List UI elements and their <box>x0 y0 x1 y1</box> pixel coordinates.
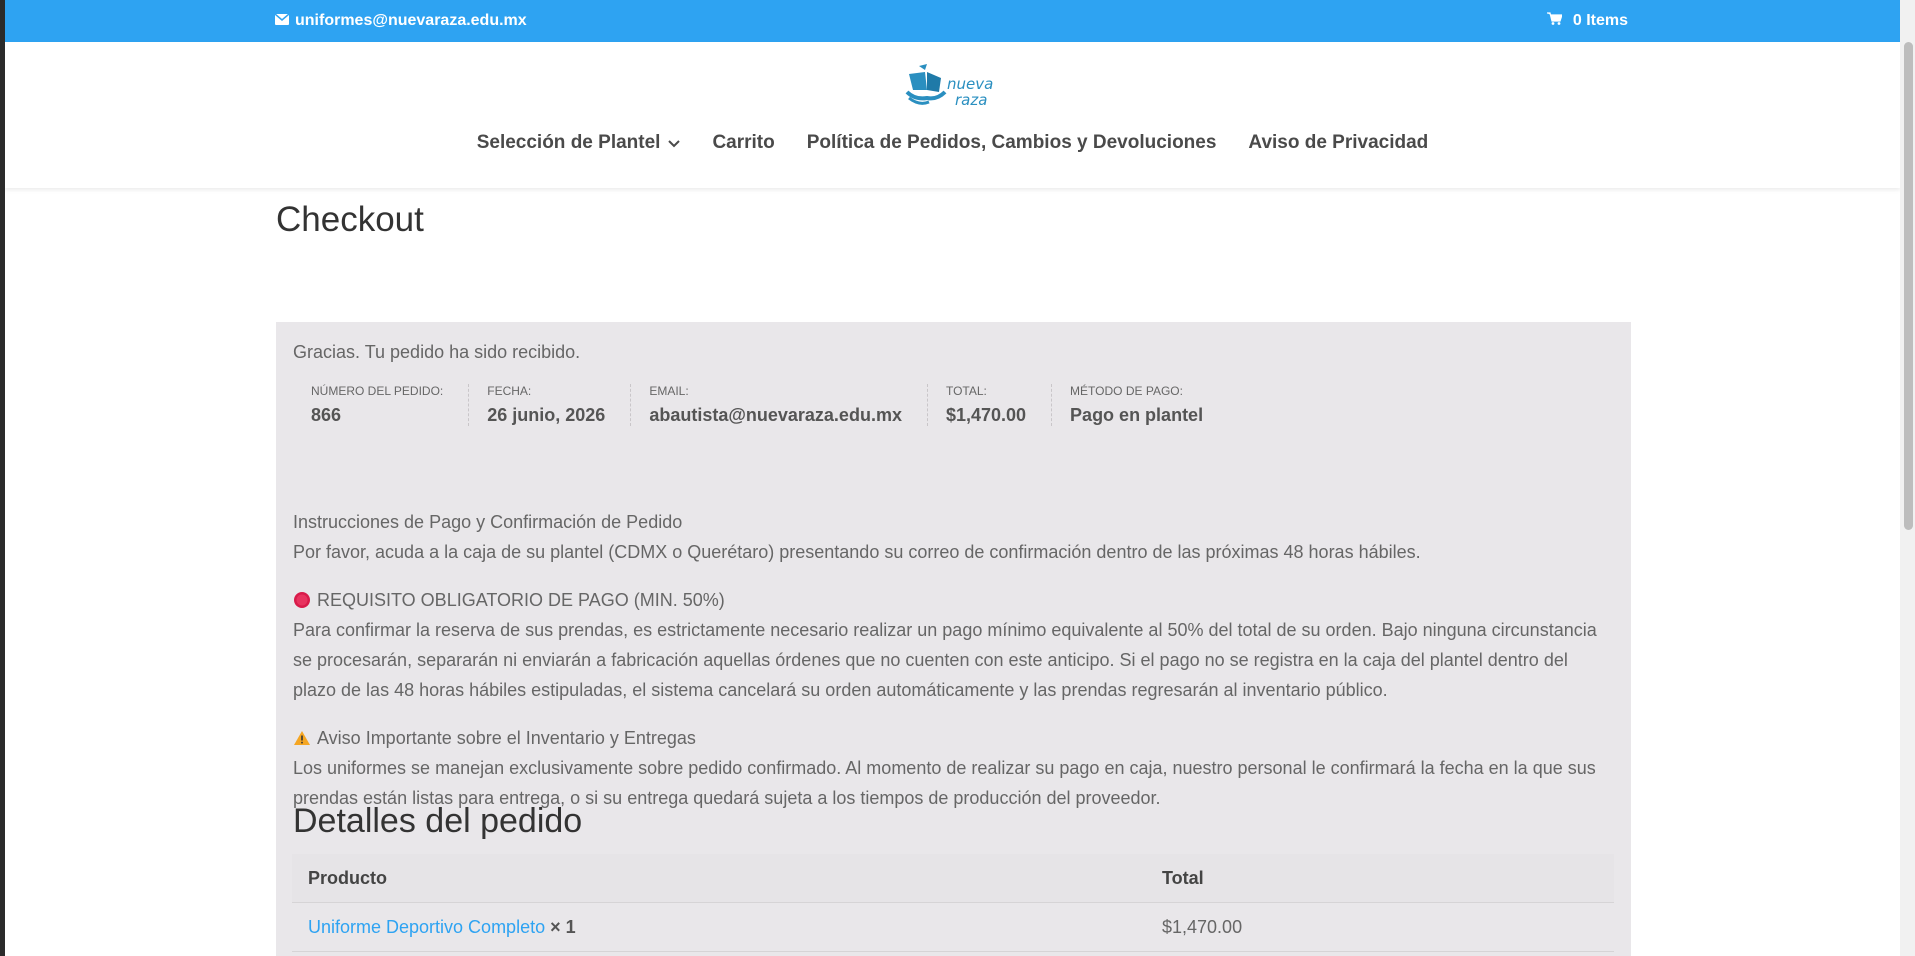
product-total: $1,470.00 <box>1162 916 1243 937</box>
order-total: Total: $1,470.00 <box>928 384 1053 426</box>
vertical-scrollbar[interactable] <box>1900 0 1915 956</box>
chevron-down-icon <box>668 132 681 154</box>
order-thanks-message: Gracias. Tu pedido ha sido recibido. <box>293 342 581 362</box>
requirement-text: Para confirmar la reserva de sus prendas… <box>293 620 1597 700</box>
order-total-value: $1,470.00 <box>945 405 1027 425</box>
nav-item-label: Política de Pedidos, Cambios y Devolucio… <box>806 132 1217 153</box>
cart-icon <box>1546 12 1573 30</box>
cart-link[interactable]: 0 Items <box>1546 12 1628 30</box>
site-logo[interactable]: nueva raza <box>905 60 1009 112</box>
notice-heading-row: Aviso Importante sobre el Inventario y E… <box>293 723 1613 753</box>
order-received-box: Gracias. Tu pedido ha sido recibido. Núm… <box>276 322 1631 956</box>
order-email: Email: abautista@nuevaraza.edu.mx <box>631 384 928 426</box>
warning-icon <box>293 730 311 746</box>
payment-instructions: Instrucciones de Pago y Confirmación de … <box>293 507 1613 831</box>
order-number: Número del pedido: 866 <box>293 384 470 426</box>
site-header: nueva raza Selección de Plantel Carrito … <box>5 42 1900 188</box>
order-payment-method: Método de pago: Pago en plantel <box>1052 384 1228 426</box>
nav-item-label: Aviso de Privacidad <box>1248 132 1429 153</box>
envelope-icon <box>274 12 295 30</box>
svg-text:raza: raza <box>955 91 987 109</box>
nav-item-aviso-privacidad[interactable]: Aviso de Privacidad <box>1248 132 1428 154</box>
scrollbar-thumb[interactable] <box>1904 42 1913 530</box>
order-number-label: Número del pedido: <box>311 384 444 398</box>
main-nav: Selección de Plantel Carrito Política de… <box>5 132 1900 154</box>
payment-method-value: Pago en plantel <box>1070 405 1204 425</box>
red-circle-icon <box>293 591 311 609</box>
order-total-label: Total: <box>945 384 987 398</box>
nav-item-carrito[interactable]: Carrito <box>712 132 774 154</box>
column-header-total: Total <box>1162 867 1204 888</box>
table-row: Uniforme Deportivo Completo × 1 $1,470.0… <box>292 903 1614 952</box>
order-date-value: 26 junio, 2026 <box>487 405 606 425</box>
nav-item-seleccion-plantel[interactable]: Selección de Plantel <box>477 132 681 154</box>
order-overview: Número del pedido: 866 Fecha: 26 junio, … <box>293 384 1228 426</box>
product-link[interactable]: Uniforme Deportivo Completo <box>308 917 545 937</box>
top-bar: uniformes@nuevaraza.edu.mx 0 Items <box>5 0 1900 42</box>
nav-item-label: Carrito <box>712 132 775 153</box>
requirement-heading: REQUISITO OBLIGATORIO DE PAGO (MIN. 50%) <box>317 590 725 610</box>
contact-email[interactable]: uniformes@nuevaraza.edu.mx <box>274 12 527 30</box>
notice-heading: Aviso Importante sobre el Inventario y E… <box>317 728 696 748</box>
contact-email-text: uniformes@nuevaraza.edu.mx <box>295 12 527 29</box>
instructions-text: Por favor, acuda a la caja de su plantel… <box>293 542 1421 562</box>
page-title: Checkout <box>276 200 424 239</box>
instructions-heading: Instrucciones de Pago y Confirmación de … <box>293 512 683 532</box>
product-cell: Uniforme Deportivo Completo × 1 <box>292 917 1146 938</box>
requirement-block: REQUISITO OBLIGATORIO DE PAGO (MIN. 50%)… <box>293 585 1613 705</box>
order-email-label: Email: <box>649 384 689 398</box>
order-email-value: abautista@nuevaraza.edu.mx <box>649 405 902 425</box>
table-header-row: Producto Total <box>292 854 1614 903</box>
order-details-title: Detalles del pedido <box>293 802 583 840</box>
notice-block: Aviso Importante sobre el Inventario y E… <box>293 723 1613 813</box>
requirement-heading-row: REQUISITO OBLIGATORIO DE PAGO (MIN. 50%) <box>293 585 1613 615</box>
cart-count: 0 Items <box>1572 12 1628 29</box>
instructions-block: Instrucciones de Pago y Confirmación de … <box>293 507 1613 567</box>
column-header-product: Producto <box>308 867 387 888</box>
order-date-label: Fecha: <box>487 384 532 398</box>
order-details-table: Producto Total Uniforme Deportivo Comple… <box>292 854 1614 952</box>
product-quantity: × 1 <box>550 916 576 937</box>
browser-page: uniformes@nuevaraza.edu.mx 0 Items nueva… <box>0 0 1915 956</box>
order-number-value: 866 <box>311 405 342 425</box>
payment-method-label: Método de pago: <box>1070 384 1183 398</box>
order-date: Fecha: 26 junio, 2026 <box>469 384 632 426</box>
nav-item-label: Selección de Plantel <box>476 132 661 153</box>
nav-item-politica[interactable]: Política de Pedidos, Cambios y Devolucio… <box>807 132 1217 154</box>
